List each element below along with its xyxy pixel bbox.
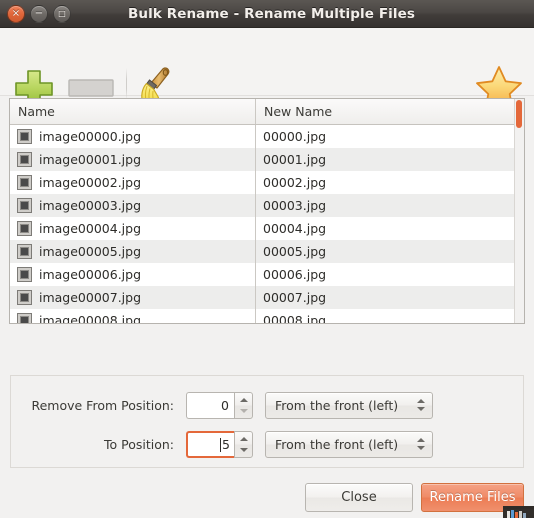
options-row: Remove Characters ? Name only [0,330,534,372]
to-position-stepper[interactable]: 5 [186,430,253,458]
new-name-cell: 00004.jpg [256,217,524,240]
to-position-row: To Position: 5 From the front (left) [11,429,523,459]
file-name-cell: image00008.jpg [10,309,256,324]
stepper-arrows-icon[interactable] [234,391,253,419]
remove-from-position-label: Remove From Position: [31,397,174,413]
image-file-icon [18,199,31,212]
new-name-text: 00004.jpg [263,221,327,236]
image-file-icon [18,314,31,323]
new-name-cell: 00000.jpg [256,125,524,148]
image-file-icon [18,291,31,304]
new-name-text: 00000.jpg [263,129,327,144]
to-position-input[interactable]: 5 [186,430,234,458]
file-name-text: image00006.jpg [39,267,142,282]
new-name-cell: 00006.jpg [256,263,524,286]
toolbar [0,28,534,111]
new-name-cell: 00001.jpg [256,148,524,171]
file-name-text: image00007.jpg [39,290,142,305]
file-name-cell: image00000.jpg [10,125,256,148]
table-row[interactable]: image00008.jpg 00008.jpg [10,309,524,324]
table-row[interactable]: image00007.jpg 00007.jpg [10,286,524,309]
to-direction-value: From the front (left) [275,436,399,452]
toolbar-separator [126,68,127,100]
remove-from-position-input[interactable]: 0 [186,391,234,419]
to-position-value: 5 [222,436,230,452]
minus-icon [68,79,114,97]
file-list-scrollbar[interactable] [514,99,524,323]
chevron-updown-icon [417,436,426,452]
remove-from-direction-select[interactable]: From the front (left) [265,391,433,419]
file-name-text: image00008.jpg [39,313,142,324]
file-list-body: image00000.jpg 00000.jpg image00001.jpg 000… [10,125,524,324]
maximize-icon: □ [58,8,66,18]
new-name-text: 00005.jpg [263,244,327,259]
image-file-icon [18,153,31,166]
remove-from-position-row: Remove From Position: 0 From the front (… [11,390,523,420]
file-name-text: image00005.jpg [39,244,142,259]
file-name-cell: image00002.jpg [10,171,256,194]
title-bar: × − □ Bulk Rename - Rename Multiple File… [0,0,534,28]
close-window-button[interactable]: × [7,4,25,23]
image-file-icon [18,268,31,281]
file-name-text: image00004.jpg [39,221,142,236]
table-row[interactable]: image00006.jpg 00006.jpg [10,263,524,286]
file-name-cell: image00004.jpg [10,217,256,240]
file-name-cell: image00006.jpg [10,263,256,286]
scrollbar-thumb[interactable] [516,100,522,128]
position-options-group: Remove From Position: 0 From the front (… [10,375,524,468]
window-title: Bulk Rename - Rename Multiple Files [128,5,415,22]
maximize-window-button[interactable]: □ [53,4,71,23]
table-row[interactable]: image00002.jpg 00002.jpg [10,171,524,194]
chevron-updown-icon [417,397,426,413]
stepper-arrows-icon[interactable] [234,430,253,458]
image-file-icon [18,245,31,258]
new-name-cell: 00007.jpg [256,286,524,309]
new-name-text: 00006.jpg [263,267,327,282]
new-name-cell: 00002.jpg [256,171,524,194]
table-row[interactable]: image00001.jpg 00001.jpg [10,148,524,171]
file-list[interactable]: Name New Name image00000.jpg 00000.jpg ima… [9,98,525,324]
column-header-name[interactable]: Name [10,99,256,124]
file-list-header: Name New Name [10,99,524,125]
new-name-cell: 00003.jpg [256,194,524,217]
to-position-label: To Position: [103,436,174,452]
close-icon: × [11,7,21,19]
new-name-cell: 00005.jpg [256,240,524,263]
text-caret [220,437,221,452]
table-row[interactable]: image00004.jpg 00004.jpg [10,217,524,240]
file-name-cell: image00001.jpg [10,148,256,171]
table-row[interactable]: image00003.jpg 00003.jpg [10,194,524,217]
table-row[interactable]: image00000.jpg 00000.jpg [10,125,524,148]
file-name-text: image00000.jpg [39,129,142,144]
remove-from-position-stepper[interactable]: 0 [186,391,253,419]
column-header-new-name[interactable]: New Name [256,99,524,124]
to-direction-select[interactable]: From the front (left) [265,430,433,458]
new-name-text: 00002.jpg [263,175,327,190]
remove-from-direction-value: From the front (left) [275,397,399,413]
table-row[interactable]: image00005.jpg 00005.jpg [10,240,524,263]
minimize-window-button[interactable]: − [30,4,48,23]
taskbar-app-icon [503,509,534,518]
new-name-text: 00003.jpg [263,198,327,213]
close-button[interactable]: Close [305,483,413,512]
file-name-cell: image00005.jpg [10,240,256,263]
file-name-text: image00002.jpg [39,175,142,190]
new-name-text: 00007.jpg [263,290,327,305]
image-file-icon [18,130,31,143]
image-file-icon [18,222,31,235]
minimize-icon: − [34,7,44,19]
file-name-text: image00001.jpg [39,152,142,167]
image-file-icon [18,176,31,189]
background-taskbar-sliver [503,506,534,518]
file-name-cell: image00007.jpg [10,286,256,309]
new-name-cell: 00008.jpg [256,309,524,324]
new-name-text: 00008.jpg [263,313,327,324]
file-name-text: image00003.jpg [39,198,142,213]
new-name-text: 00001.jpg [263,152,327,167]
bulk-rename-window: × − □ Bulk Rename - Rename Multiple File… [0,0,534,518]
file-name-cell: image00003.jpg [10,194,256,217]
